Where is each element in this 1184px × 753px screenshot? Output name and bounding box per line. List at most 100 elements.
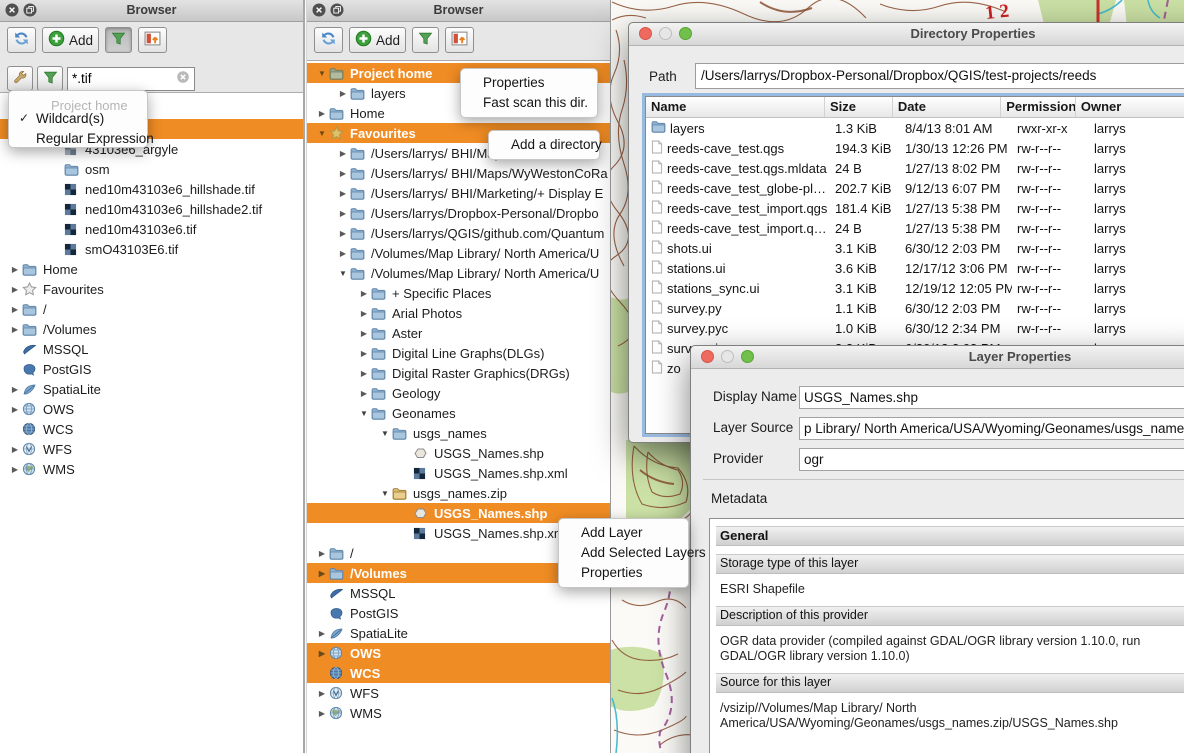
table-row-reeds-cave-test-qgs-mldata[interactable]: reeds-cave_test.qgs.mldata24 B1/27/13 8:… (646, 158, 1184, 178)
filter-input[interactable]: *.tif (67, 67, 195, 91)
chevron-collapsed-icon[interactable]: ▶ (315, 649, 329, 658)
refresh-button[interactable] (314, 27, 343, 53)
table-row-reeds-cave-test-qgs[interactable]: reeds-cave_test.qgs194.3 KiB1/30/13 12:2… (646, 138, 1184, 158)
filter-toggle-button[interactable] (105, 27, 132, 53)
menu-item-properties[interactable]: Properties (461, 73, 597, 93)
menu-item-add-layer[interactable]: Add Layer (559, 523, 688, 543)
tree-item-mssql[interactable]: MSSQL (0, 339, 303, 359)
tree-item-favourites[interactable]: ▶Favourites (0, 279, 303, 299)
tree-item-volumes-map-library-north-americ[interactable]: ▶/Volumes/Map Library/ North America/U (307, 243, 610, 263)
table-row-survey-pyc[interactable]: survey.pyc1.0 KiB6/30/12 2:34 PMrw-r--r-… (646, 318, 1184, 338)
chevron-collapsed-icon[interactable]: ▶ (315, 569, 329, 578)
chevron-collapsed-icon[interactable]: ▶ (8, 305, 22, 314)
refresh-button[interactable] (7, 27, 36, 53)
filter-options-button[interactable] (7, 66, 33, 91)
table-row-reeds-cave-test-import-q[interactable]: reeds-cave_test_import.q…24 B1/27/13 5:3… (646, 218, 1184, 238)
tree-item-ned10m43103e6-hillshade2-tif[interactable]: ned10m43103e6_hillshade2.tif (0, 199, 303, 219)
display-name-field[interactable]: USGS_Names.shp (799, 386, 1184, 409)
tree-item-smo43103e6-tif[interactable]: smO43103E6.tif (0, 239, 303, 259)
chevron-collapsed-icon[interactable]: ▶ (315, 709, 329, 718)
column-header-name[interactable]: Name (646, 97, 824, 117)
tree-item-aster[interactable]: ▶Aster (307, 323, 610, 343)
tree-item-ows[interactable]: ▶OWS (0, 399, 303, 419)
tree-item-wfs[interactable]: ▶WFS (0, 439, 303, 459)
table-row-shots-ui[interactable]: shots.ui3.1 KiB6/30/12 2:03 PMrw-r--r--l… (646, 238, 1184, 258)
tree-item-wcs[interactable]: WCS (307, 663, 610, 683)
column-header-date[interactable]: Date (892, 97, 1000, 117)
table-row-survey-py[interactable]: survey.py1.1 KiB6/30/12 2:03 PMrw-r--r--… (646, 298, 1184, 318)
chevron-collapsed-icon[interactable]: ▶ (8, 325, 22, 334)
menu-item-properties[interactable]: Properties (559, 563, 688, 583)
properties-widget-button[interactable] (138, 27, 167, 53)
chevron-collapsed-icon[interactable]: ▶ (315, 109, 329, 118)
tree-item-usgs-names[interactable]: ▼usgs_names (307, 423, 610, 443)
provider-field[interactable]: ogr (799, 448, 1184, 471)
tree-item-arial-photos[interactable]: ▶Arial Photos (307, 303, 610, 323)
column-header-size[interactable]: Size (824, 97, 892, 117)
chevron-collapsed-icon[interactable]: ▶ (336, 169, 350, 178)
tree-item-users-larrys-dropbox-personal-dr[interactable]: ▶/Users/larrys/Dropbox-Personal/Dropbo (307, 203, 610, 223)
tree-item-ned10m43103e6-hillshade-tif[interactable]: ned10m43103e6_hillshade.tif (0, 179, 303, 199)
table-row-stations-ui[interactable]: stations.ui3.6 KiB12/17/12 3:06 PMrw-r--… (646, 258, 1184, 278)
add-button[interactable]: Add (42, 27, 99, 53)
tree-item-digital-line-graphs-dlgs[interactable]: ▶Digital Line Graphs(DLGs) (307, 343, 610, 363)
chevron-collapsed-icon[interactable]: ▶ (336, 209, 350, 218)
chevron-collapsed-icon[interactable]: ▶ (357, 309, 371, 318)
tree-item-usgs-names-zip[interactable]: ▼usgs_names.zip (307, 483, 610, 503)
tree-item-usgs-names-shp-xml[interactable]: USGS_Names.shp.xml (307, 463, 610, 483)
table-row-stations-sync-ui[interactable]: stations_sync.ui3.1 KiB12/19/12 12:05 PM… (646, 278, 1184, 298)
chevron-collapsed-icon[interactable]: ▶ (315, 549, 329, 558)
chevron-expanded-icon[interactable]: ▼ (378, 489, 392, 498)
chevron-collapsed-icon[interactable]: ▶ (336, 89, 350, 98)
tree-item-row[interactable]: ▶/ (0, 299, 303, 319)
undock-icon[interactable] (23, 3, 37, 17)
chevron-collapsed-icon[interactable]: ▶ (357, 289, 371, 298)
tree-item-wms[interactable]: ▶WMS (0, 459, 303, 479)
tree-item-ned10m43103e6-tif[interactable]: ned10m43103e6.tif (0, 219, 303, 239)
column-header-owner[interactable]: Owner (1075, 97, 1184, 117)
path-field[interactable]: /Users/larrys/Dropbox-Personal/Dropbox/Q… (695, 63, 1184, 89)
tree-item-osm[interactable]: osm (0, 159, 303, 179)
tree-item-geonames[interactable]: ▼Geonames (307, 403, 610, 423)
chevron-expanded-icon[interactable]: ▼ (315, 69, 329, 78)
properties-widget-button[interactable] (445, 27, 474, 53)
close-icon[interactable] (5, 3, 19, 17)
chevron-collapsed-icon[interactable]: ▶ (357, 329, 371, 338)
add-button[interactable]: Add (349, 27, 406, 53)
chevron-collapsed-icon[interactable]: ▶ (315, 689, 329, 698)
tree-item-spatialite[interactable]: ▶SpatiaLite (0, 379, 303, 399)
tree-item-wfs[interactable]: ▶WFS (307, 683, 610, 703)
menu-item-add-selected-layers[interactable]: Add Selected Layers (559, 543, 688, 563)
tree-item-volumes[interactable]: ▶/Volumes (0, 319, 303, 339)
apply-filter-button[interactable] (37, 66, 63, 91)
tree-item-postgis[interactable]: PostGIS (307, 603, 610, 623)
chevron-expanded-icon[interactable]: ▼ (378, 429, 392, 438)
minimize-window-icon[interactable] (721, 350, 734, 363)
tree-item-specific-places[interactable]: ▶+ Specific Places (307, 283, 610, 303)
chevron-collapsed-icon[interactable]: ▶ (8, 285, 22, 294)
chevron-expanded-icon[interactable]: ▼ (357, 409, 371, 418)
chevron-collapsed-icon[interactable]: ▶ (357, 389, 371, 398)
tree-item-digital-raster-graphics-drgs[interactable]: ▶Digital Raster Graphics(DRGs) (307, 363, 610, 383)
tree-item-geology[interactable]: ▶Geology (307, 383, 610, 403)
chevron-collapsed-icon[interactable]: ▶ (8, 445, 22, 454)
tree-item-wms[interactable]: ▶WMS (307, 703, 610, 723)
menu-item-fast-scan-this-dir[interactable]: Fast scan this dir. (461, 93, 597, 113)
chevron-expanded-icon[interactable]: ▼ (315, 129, 329, 138)
zoom-window-icon[interactable] (741, 350, 754, 363)
menu-item-regular-expression[interactable]: Regular Expression (9, 129, 147, 149)
tree-item-usgs-names-shp[interactable]: USGS_Names.shp (307, 443, 610, 463)
chevron-collapsed-icon[interactable]: ▶ (8, 405, 22, 414)
tree-item-users-larrys-bhi-maps-wywestonco[interactable]: ▶/Users/larrys/ BHI/Maps/WyWestonCoRa (307, 163, 610, 183)
chevron-collapsed-icon[interactable]: ▶ (336, 149, 350, 158)
close-window-icon[interactable] (639, 27, 652, 40)
undock-icon[interactable] (330, 3, 344, 17)
table-row-reeds-cave-test-globe-pl[interactable]: reeds-cave_test_globe-pl…202.7 KiB9/12/1… (646, 178, 1184, 198)
column-header-permissions[interactable]: Permissions (1000, 97, 1075, 117)
tree-item-wcs[interactable]: WCS (0, 419, 303, 439)
tree-item-users-larrys-bhi-marketing-displ[interactable]: ▶/Users/larrys/ BHI/Marketing/+ Display … (307, 183, 610, 203)
chevron-collapsed-icon[interactable]: ▶ (336, 249, 350, 258)
close-icon[interactable] (312, 3, 326, 17)
filter-toggle-button[interactable] (412, 27, 439, 53)
chevron-collapsed-icon[interactable]: ▶ (357, 349, 371, 358)
